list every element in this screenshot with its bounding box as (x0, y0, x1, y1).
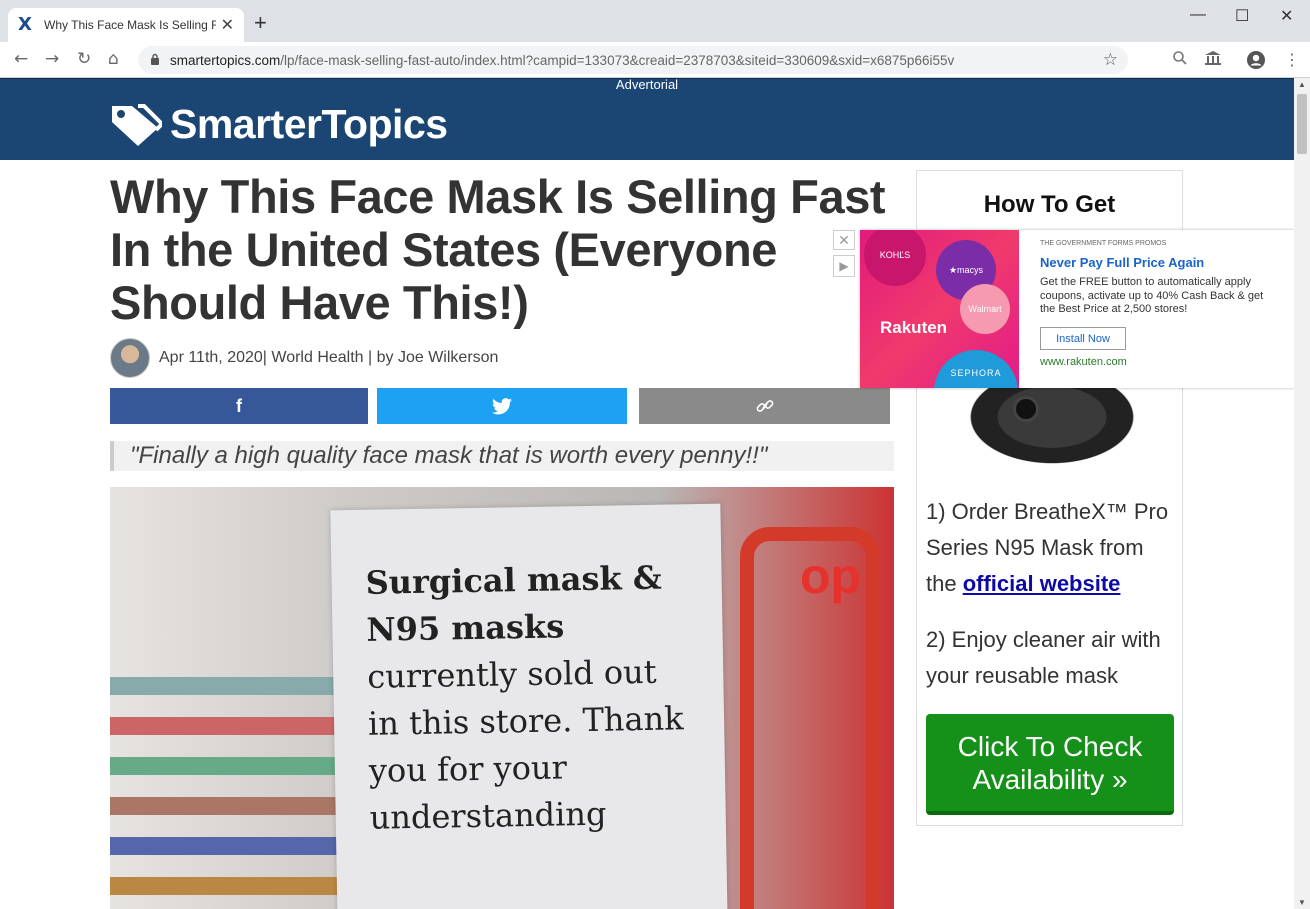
link-icon (756, 400, 773, 412)
site-logo[interactable]: SmarterTopics (110, 101, 448, 148)
site-header: Advertorial SmarterTopics (0, 78, 1294, 160)
share-twitter-button[interactable] (377, 388, 627, 424)
new-tab-button[interactable]: + (254, 12, 267, 34)
sign-line: in this store. Thank (367, 699, 684, 743)
popup-ad-source: THE GOVERNMENT FORMS PROMOS (1040, 240, 1167, 247)
shelf-decoration (110, 757, 340, 775)
sidebar-title: How To Get (983, 191, 1116, 218)
popup-ad-title[interactable]: Never Pay Full Price Again (1040, 255, 1204, 270)
browser-toolbar: ← → ↻ ⌂ smartertopics.com/lp/face-mask-s… (0, 42, 1310, 78)
profile-avatar-icon[interactable] (1246, 50, 1266, 74)
url-path: /lp/face-mask-selling-fast-auto/index.ht… (280, 52, 955, 68)
twitter-icon (492, 397, 512, 414)
extension-bank-icon[interactable] (1204, 50, 1222, 70)
popup-close-icon[interactable]: ✕ (833, 230, 855, 250)
check-availability-button[interactable]: Click To Check Availability » (926, 714, 1174, 815)
shelf-decoration (110, 797, 340, 815)
shelf-decoration (110, 677, 340, 695)
sign-text: Surgical mask & N95 masks currently sold… (365, 554, 685, 841)
popup-ad-image: KOHĽS ★macys Walmart Rakuten SEPHORA (860, 230, 1019, 388)
browser-tab[interactable]: X Why This Face Mask Is Selling Fa ✕ (8, 8, 244, 42)
minimize-button[interactable]: — (1190, 6, 1206, 24)
tag-logo-icon (112, 103, 162, 146)
forward-icon[interactable]: → (45, 49, 59, 69)
browser-tabbar: X Why This Face Mask Is Selling Fa ✕ + —… (0, 0, 1310, 42)
walmart-logo: Walmart (960, 284, 1010, 334)
kohls-logo: KOHĽS (864, 230, 926, 286)
facebook-icon: f (236, 395, 242, 416)
tab-close-icon[interactable]: ✕ (221, 15, 234, 35)
sign-line: you for your (368, 748, 568, 790)
logo-text: SmarterTopics (170, 101, 448, 147)
lock-icon (150, 53, 166, 68)
advertorial-label: Advertorial (615, 78, 679, 92)
sidebar-step-2: 2) Enjoy cleaner air with your reusable … (926, 627, 1161, 688)
scroll-thumb[interactable] (1297, 94, 1307, 154)
maximize-button[interactable]: ☐ (1235, 6, 1249, 26)
bookmark-star-icon[interactable]: ☆ (1103, 50, 1118, 70)
article-quote: "Finally a high quality face mask that i… (110, 441, 894, 471)
store-display-letters: op (800, 548, 862, 604)
sign-line: currently sold out (366, 652, 657, 696)
back-icon[interactable]: ← (14, 49, 28, 69)
rakuten-logo: Rakuten (880, 318, 948, 337)
rakuten-popup-ad[interactable]: KOHĽS ★macys Walmart Rakuten SEPHORA THE… (860, 230, 1294, 388)
shelf-decoration (110, 717, 340, 735)
popup-ad-url[interactable]: www.rakuten.com (1040, 356, 1127, 368)
page-scrollbar[interactable]: ▲ ▼ (1294, 78, 1310, 909)
scroll-down-icon[interactable]: ▼ (1298, 898, 1306, 907)
mask-valve-decoration (1013, 396, 1039, 422)
sign-line: N95 masks (366, 607, 565, 649)
shelf-decoration (110, 877, 340, 895)
close-window-button[interactable]: ✕ (1280, 6, 1293, 26)
article-byline: Apr 11th, 2020| World Health | by Joe Wi… (110, 338, 498, 378)
sign-line: understanding (369, 794, 607, 837)
home-icon[interactable]: ⌂ (108, 49, 119, 69)
article-headline: Why This Face Mask Is Selling Fast In th… (110, 170, 886, 329)
web-page: Advertorial SmarterTopics Why This Face … (0, 78, 1294, 909)
scroll-up-icon[interactable]: ▲ (1298, 80, 1306, 89)
install-now-button[interactable]: Install Now (1040, 327, 1126, 350)
shelf-decoration (110, 837, 340, 855)
address-bar[interactable]: smartertopics.com/lp/face-mask-selling-f… (138, 46, 1128, 74)
sidebar-step-1: 1) Order BreatheX™ Pro Series N95 Mask f… (926, 494, 1176, 602)
byline-text: Apr 11th, 2020| World Health | by Joe Wi… (159, 349, 499, 366)
share-facebook-button[interactable]: f (110, 388, 368, 424)
article-photo: op Surgical mask & N95 masks currently s… (110, 487, 894, 909)
tab-favicon-icon: X (18, 14, 32, 35)
zoom-icon[interactable] (1172, 50, 1188, 70)
sign-line: Surgical mask & (365, 558, 663, 602)
popup-ad-description: Get the FREE button to automatically app… (1040, 276, 1264, 315)
url-host: smartertopics.com (170, 52, 281, 68)
adchoices-icon[interactable]: ▶ (833, 255, 855, 277)
mask-product-image[interactable] (957, 381, 1147, 471)
official-website-link[interactable]: official website (963, 571, 1121, 596)
author-avatar (110, 338, 150, 378)
reload-icon[interactable]: ↻ (77, 49, 91, 69)
tab-title: Why This Face Mask Is Selling Fa (44, 18, 216, 32)
url-text: smartertopics.com/lp/face-mask-selling-f… (170, 53, 954, 68)
sold-out-sign: Surgical mask & N95 masks currently sold… (330, 503, 728, 909)
share-link-button[interactable] (639, 388, 890, 424)
browser-menu-icon[interactable]: ⋮ (1284, 50, 1300, 69)
sephora-logo: SEPHORA (934, 350, 1018, 388)
